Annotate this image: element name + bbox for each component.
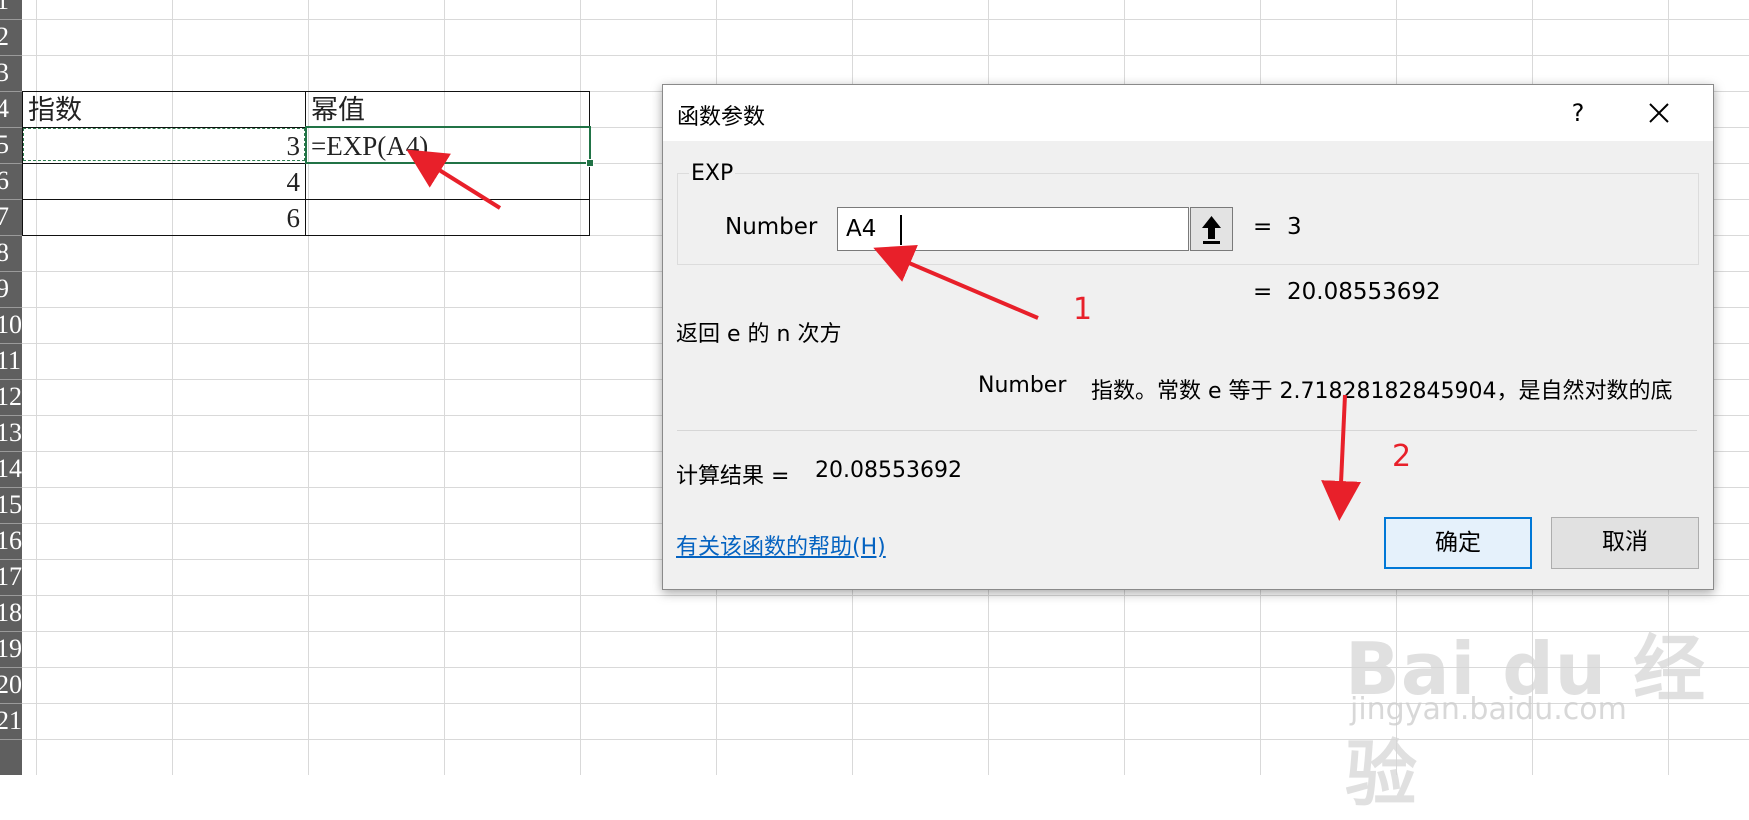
- reference-marquee-a4: [23, 128, 305, 161]
- row-divider: [0, 739, 22, 740]
- help-question-icon[interactable]: ?: [1558, 95, 1598, 131]
- row-number[interactable]: 3: [0, 55, 22, 91]
- arrow-up-icon: [1202, 216, 1221, 244]
- row-number[interactable]: 13: [0, 415, 22, 451]
- row-number[interactable]: 9: [0, 271, 22, 307]
- argument-label: Number: [725, 214, 818, 240]
- close-icon[interactable]: [1639, 93, 1679, 133]
- function-arguments-dialog: 函数参数 ? EXP Number = 3 = 20.08553692 返回 e…: [662, 84, 1714, 590]
- row-number[interactable]: 1: [0, 0, 22, 19]
- text-caret: [900, 215, 902, 245]
- collapse-dialog-button[interactable]: [1190, 207, 1233, 251]
- row-number[interactable]: 18: [0, 595, 22, 631]
- cell-b3-header[interactable]: 幂值: [311, 93, 365, 127]
- row-number[interactable]: 16: [0, 523, 22, 559]
- row-number[interactable]: 14: [0, 451, 22, 487]
- row-number[interactable]: 12: [0, 379, 22, 415]
- row-number[interactable]: 4: [0, 91, 22, 127]
- active-cell-b4[interactable]: [305, 126, 594, 167]
- row-number[interactable]: 20: [0, 667, 22, 703]
- calc-result-label: 计算结果 =: [676, 464, 790, 489]
- row-number[interactable]: 6: [0, 163, 22, 199]
- ok-button[interactable]: 确定: [1384, 517, 1532, 569]
- step-number-1: 1: [1073, 292, 1093, 327]
- row-number[interactable]: 11: [0, 343, 22, 379]
- result-equals: =: [1253, 279, 1273, 305]
- row-number[interactable]: 2: [0, 19, 22, 55]
- argument-evaluated-value: 3: [1287, 214, 1302, 240]
- cell-a6[interactable]: 6: [30, 201, 301, 235]
- row-number[interactable]: 21: [0, 703, 22, 739]
- row-number[interactable]: 5: [0, 127, 22, 163]
- table-border: [22, 199, 590, 200]
- table-border: [22, 235, 590, 236]
- row-number[interactable]: 8: [0, 235, 22, 271]
- dialog-title: 函数参数: [677, 105, 766, 130]
- number-argument-input[interactable]: [837, 207, 1189, 251]
- row-number[interactable]: 19: [0, 631, 22, 667]
- baidu-watermark-url: jingyan.baidu.com: [1350, 692, 1627, 727]
- step-number-2: 2: [1392, 439, 1412, 474]
- function-help-link[interactable]: 有关该函数的帮助(H): [676, 529, 886, 561]
- result-value: 20.08553692: [1287, 279, 1441, 305]
- table-border: [22, 91, 590, 92]
- row-number[interactable]: 17: [0, 559, 22, 595]
- row-number[interactable]: 7: [0, 199, 22, 235]
- table-border: [22, 91, 23, 236]
- argument-description-name: Number: [978, 373, 1067, 398]
- row-number[interactable]: 15: [0, 487, 22, 523]
- cell-a5[interactable]: 4: [30, 165, 301, 199]
- argument-equals: =: [1253, 214, 1273, 240]
- cell-a3-header[interactable]: 指数: [28, 93, 82, 127]
- cancel-button[interactable]: 取消: [1551, 517, 1699, 569]
- divider: [677, 430, 1697, 431]
- argument-description-text: 指数。常数 e 等于 2.71828182845904，是自然对数的底: [1091, 379, 1673, 404]
- function-name: EXP: [689, 161, 736, 186]
- calc-result-value: 20.08553692: [815, 458, 962, 483]
- function-description: 返回 e 的 n 次方: [676, 322, 842, 347]
- dialog-titlebar[interactable]: 函数参数 ?: [663, 85, 1713, 141]
- row-number[interactable]: 10: [0, 307, 22, 343]
